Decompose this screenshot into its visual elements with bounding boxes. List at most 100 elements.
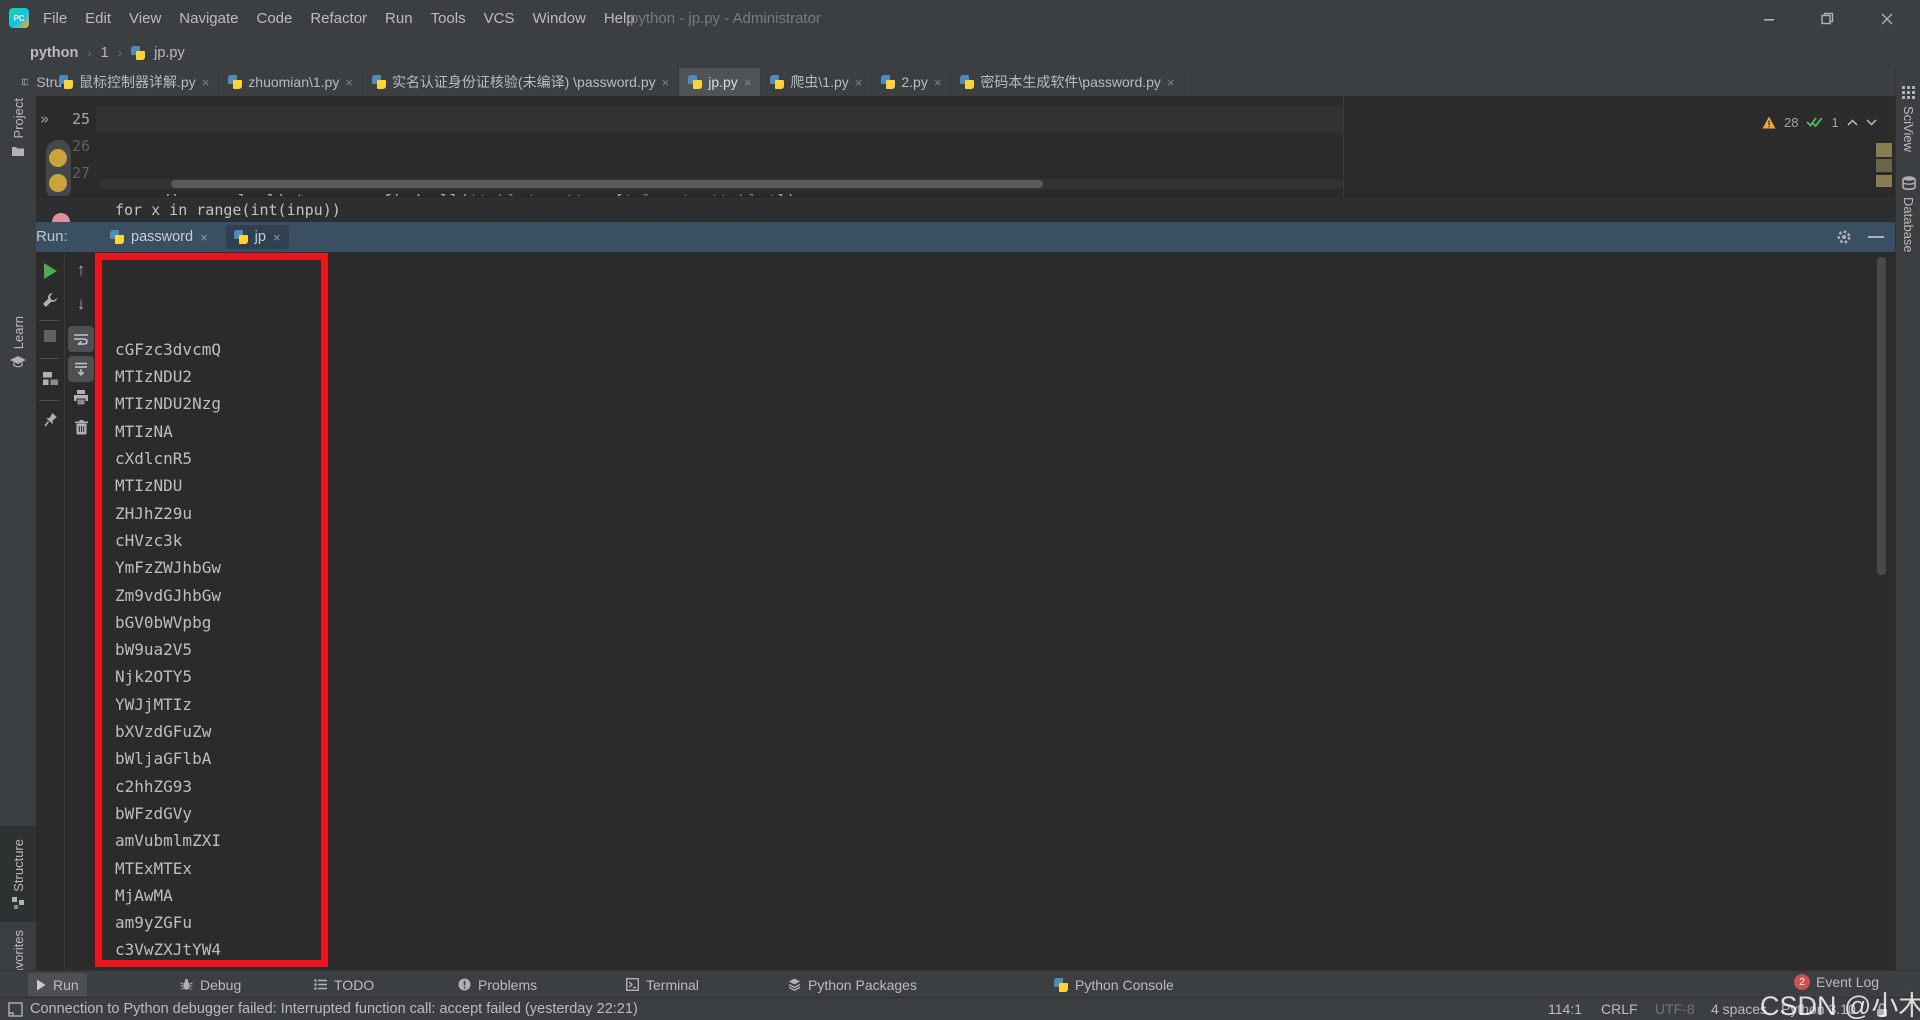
toolwindow-button-python-console[interactable]: Python Console <box>1046 973 1182 996</box>
menu-item[interactable]: Navigate <box>170 0 247 37</box>
toolwindow-button-run[interactable]: Run <box>28 973 87 996</box>
packages-icon <box>788 978 801 991</box>
toolwindow-button-debug[interactable]: Debug <box>172 973 249 996</box>
menu-bar: FileEditViewNavigateCodeRefactorRunTools… <box>34 0 644 37</box>
python-file-icon <box>228 75 242 89</box>
rerun-icon <box>44 263 57 279</box>
close-icon[interactable]: × <box>345 76 353 89</box>
pin-tab-button[interactable] <box>36 412 64 427</box>
sciview-stripe-label: SciView <box>1901 106 1916 152</box>
menu-item[interactable]: Edit <box>76 0 120 37</box>
editor-tab[interactable]: 2.py × <box>872 68 951 96</box>
scrollbar-warning-mark <box>1876 175 1892 187</box>
arrow-down-icon: ↓ <box>77 294 86 314</box>
restore-button[interactable] <box>1812 0 1842 37</box>
toolwindow-label: Terminal <box>646 977 699 993</box>
sidebar-item-project[interactable]: Project <box>0 98 36 157</box>
python-file-icon <box>110 230 124 244</box>
left-tool-stripe: Project Learn Structure Favorites ★ <box>0 68 37 970</box>
close-icon[interactable]: × <box>200 231 208 244</box>
sidebar-item-database[interactable]: Database <box>1896 176 1920 253</box>
line-separator-widget[interactable]: CRLF <box>1601 998 1638 1020</box>
menu-item[interactable]: VCS <box>475 0 524 37</box>
editor-tab-bar: Stru 鼠标控制器详解.py × zhuomian\1.py × 实名认证身份… <box>36 68 1895 97</box>
structure-truncated-chip[interactable]: Stru <box>22 68 62 96</box>
breadcrumb-folder[interactable]: 1 <box>101 45 109 61</box>
horizontal-scrollbar-thumb[interactable] <box>171 180 1043 188</box>
modify-run-configuration-button[interactable] <box>36 292 64 308</box>
restore-layout-button[interactable] <box>36 372 64 385</box>
hide-panel-button[interactable] <box>1868 236 1884 238</box>
close-icon[interactable]: × <box>934 76 942 89</box>
menu-item[interactable]: Refactor <box>301 0 376 37</box>
terminal-icon <box>626 978 639 991</box>
editor-tab[interactable]: 爬虫\1.py × <box>761 68 872 96</box>
close-icon[interactable]: × <box>273 231 281 244</box>
fold-marker[interactable]: » <box>40 106 49 133</box>
prev-occurrence-button[interactable]: ↑ <box>67 260 95 280</box>
run-console-tab[interactable]: jp × <box>226 225 289 249</box>
right-tool-stripe: SciView Database <box>1895 68 1920 970</box>
toolwindow-label: Problems <box>478 977 537 993</box>
toolwindow-button-python-packages[interactable]: Python Packages <box>780 973 925 996</box>
editor-tabs: Stru 鼠标控制器详解.py × zhuomian\1.py × 实名认证身份… <box>50 68 1185 96</box>
toolwindow-button-todo[interactable]: TODO <box>306 973 382 996</box>
caret-position-widget[interactable]: 114:1 <box>1548 998 1582 1020</box>
close-button[interactable] <box>1872 0 1902 37</box>
editor-tab[interactable]: 鼠标控制器详解.py × <box>50 68 219 96</box>
menu-item[interactable]: Window <box>523 0 594 37</box>
menu-item[interactable]: View <box>120 0 170 37</box>
settings-button[interactable] <box>1836 229 1852 245</box>
editor-tab-label: 爬虫\1.py <box>790 72 848 92</box>
editor-tab-label: 2.py <box>901 74 927 90</box>
encoding-widget[interactable]: UTF-8 <box>1655 998 1695 1020</box>
toolwindow-label: TODO <box>334 977 374 993</box>
print-button[interactable] <box>67 390 95 405</box>
editor-tab[interactable]: zhuomian\1.py × <box>219 68 363 96</box>
menu-item[interactable]: Code <box>247 0 301 37</box>
sidebar-item-structure[interactable]: Structure <box>0 826 36 922</box>
menu-item[interactable]: Tools <box>422 0 475 37</box>
status-message[interactable]: Connection to Python debugger failed: In… <box>30 998 638 1020</box>
run-console-tabs: password × jp × <box>102 225 289 249</box>
scroll-to-end-toggle[interactable] <box>68 356 94 382</box>
toolwindow-button-terminal[interactable]: Terminal <box>618 973 707 996</box>
menu-item[interactable]: Run <box>376 0 422 37</box>
stop-process-button[interactable] <box>36 330 64 342</box>
toolwindow-button-problems[interactable]: Problems <box>450 973 545 996</box>
clear-console-button[interactable] <box>67 420 95 435</box>
breadcrumb-file[interactable]: jp.py <box>154 45 185 61</box>
code-editor[interactable]: » 25 26 27 div_people_list = soup.find_a… <box>36 96 1895 196</box>
close-icon[interactable]: × <box>1167 76 1175 89</box>
close-icon[interactable]: × <box>662 76 670 89</box>
close-icon[interactable]: × <box>855 76 863 89</box>
python-file-icon <box>131 46 145 60</box>
close-icon[interactable]: × <box>744 76 752 89</box>
console-scrollbar-thumb[interactable] <box>1877 257 1886 575</box>
inspections-widget[interactable]: 28 1 <box>1762 111 1877 133</box>
sidebar-item-learn[interactable]: Learn <box>0 316 36 368</box>
trash-icon <box>75 420 88 435</box>
soft-wrap-toggle[interactable] <box>68 326 94 352</box>
rerun-button[interactable] <box>36 263 64 279</box>
sidebar-item-sciview[interactable]: SciView <box>1896 86 1920 152</box>
context-line-text: for x in range(int(inpu)) <box>115 197 341 223</box>
minimize-button[interactable] <box>1754 0 1784 37</box>
warning-icon <box>1762 116 1776 129</box>
run-console-tab[interactable]: password × <box>102 225 216 249</box>
editor-tab-label: zhuomian\1.py <box>248 74 339 90</box>
editor-tab[interactable]: 密码本生成软件\password.py × <box>951 68 1184 96</box>
editor-tab[interactable]: jp.py × <box>679 68 761 96</box>
breadcrumb-project[interactable]: python <box>30 45 78 61</box>
indent-widget[interactable]: 4 spaces <box>1711 998 1767 1020</box>
tool-window-icon <box>22 75 28 89</box>
debug-tab-icon <box>180 978 193 991</box>
menu-item[interactable]: File <box>34 0 76 37</box>
toolwindow-quick-access-button[interactable] <box>8 1002 23 1017</box>
close-icon[interactable]: × <box>202 76 210 89</box>
editor-tab[interactable]: 实名认证身份证核验(未编译) \password.py × <box>363 68 679 96</box>
next-occurrence-button[interactable]: ↓ <box>67 294 95 314</box>
pycharm-logo-icon: PC <box>9 8 29 28</box>
chevron-up-icon[interactable] <box>1847 119 1858 126</box>
chevron-down-icon[interactable] <box>1866 119 1877 126</box>
